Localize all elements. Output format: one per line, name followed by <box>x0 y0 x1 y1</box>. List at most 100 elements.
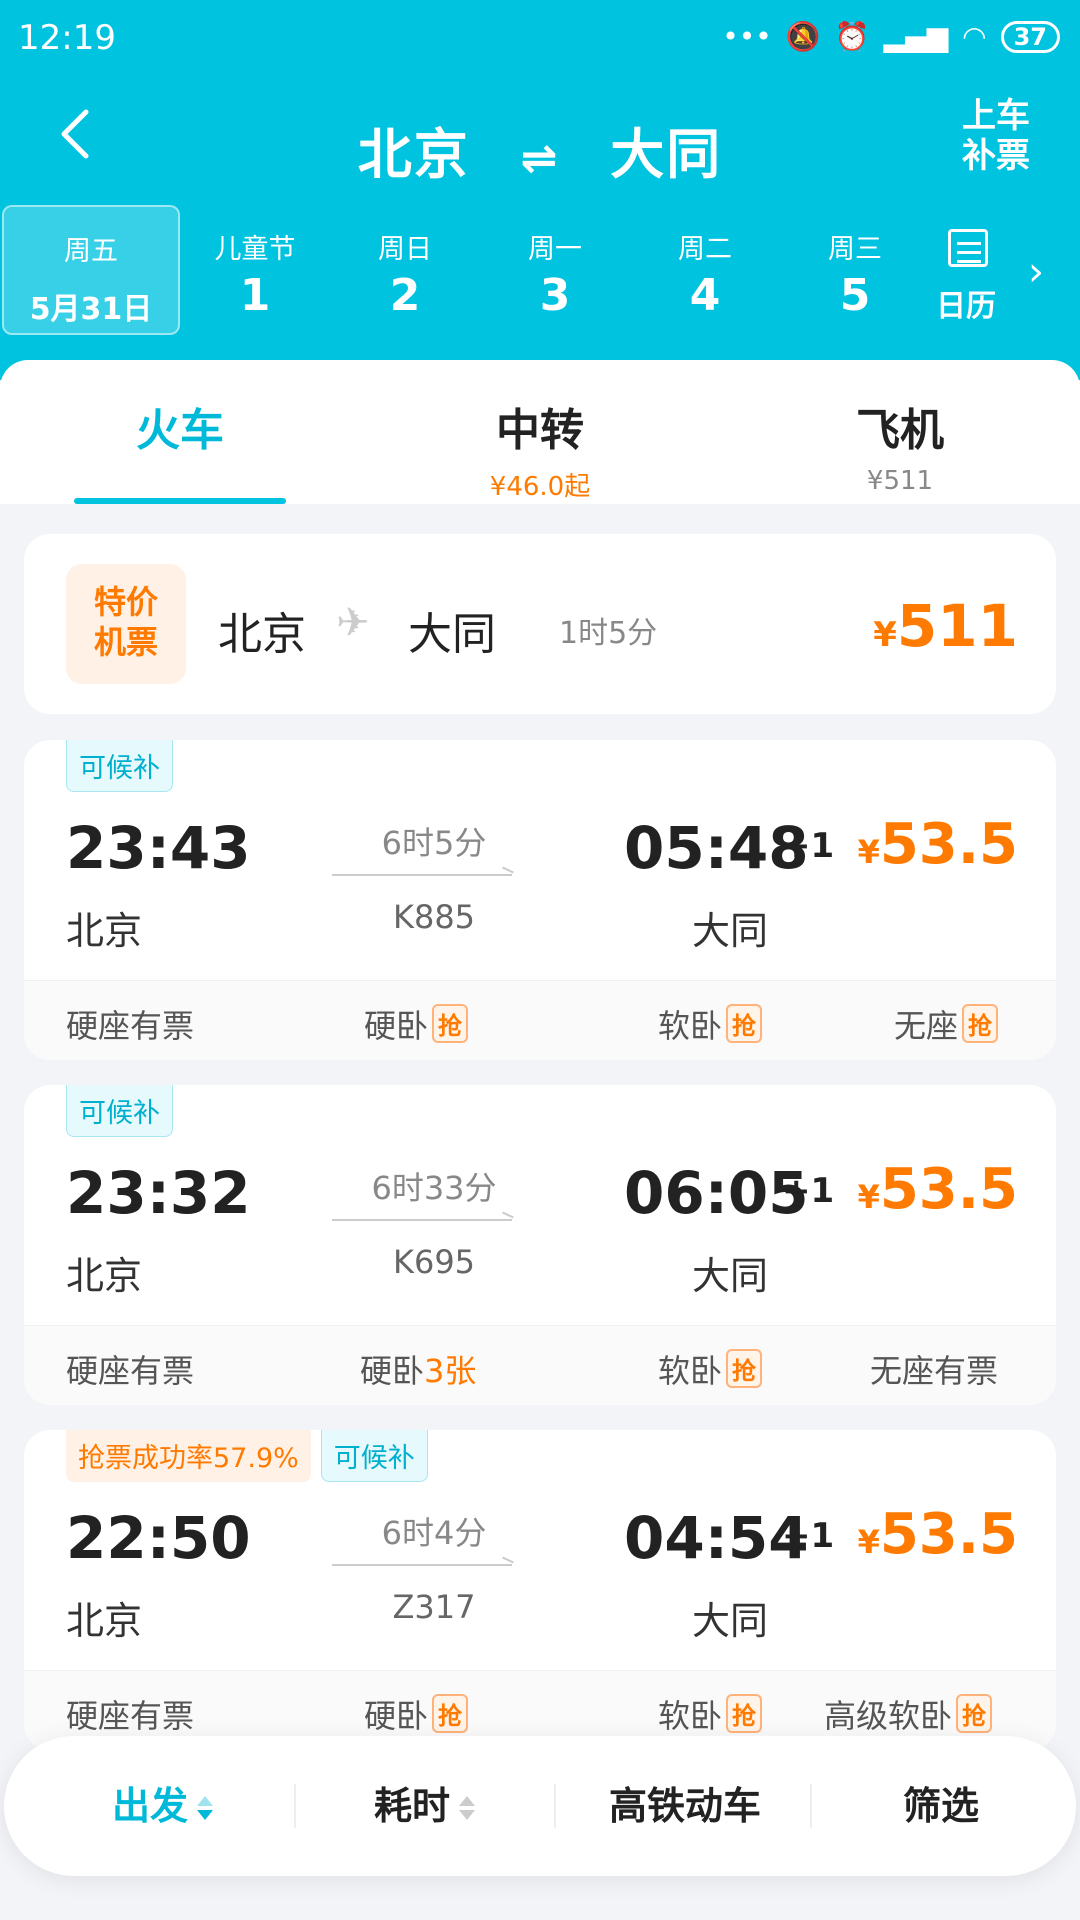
success-rate-tag: 抢票成功率57.9% <box>66 1430 311 1482</box>
arrival-time: 05:48 <box>624 814 809 882</box>
seat-item[interactable]: 软卧抢 <box>658 1001 763 1047</box>
date-item[interactable]: 儿童节 1 <box>180 205 330 335</box>
trip-duration: 6时33分 <box>371 1169 497 1207</box>
date-weekday: 周五 <box>64 236 118 267</box>
seat-item[interactable]: 硬卧抢 <box>364 1691 469 1737</box>
train-tags: 可候补 <box>66 740 173 792</box>
seat-item[interactable]: 软卧抢 <box>658 1346 763 1392</box>
seat-label: 高级软卧 <box>824 1697 953 1735</box>
battery-icon: 37 <box>1000 20 1060 53</box>
train-card[interactable]: 抢票成功率57.9% 可候补 22:50 北京 6时4分 Z317 04:54 … <box>24 1430 1056 1750</box>
day-offset: +1 <box>782 826 835 866</box>
tab-transfer[interactable]: 中转 ¥46.0起 <box>360 360 720 504</box>
sort-filter-bar: 出发 耗时 高铁动车 筛选 <box>4 1736 1076 1876</box>
date-day: 3 <box>539 270 571 321</box>
route-title[interactable]: 北京 ⇌ 大同 <box>0 110 1080 189</box>
grab-ticket-badge[interactable]: 抢 <box>956 1694 993 1733</box>
seat-item[interactable]: 硬座有票 <box>66 1001 194 1047</box>
train-card[interactable]: 可候补 23:32 北京 6时33分 K695 06:05 +1 大同 ¥53.… <box>24 1085 1056 1405</box>
grab-ticket-badge[interactable]: 抢 <box>726 1694 763 1733</box>
arrival-time: 06:05 <box>624 1159 809 1227</box>
ticket-price: ¥53.5 <box>858 812 1018 877</box>
train-card[interactable]: 可候补 23:43 北京 6时5分 K885 05:48 +1 大同 ¥53.5… <box>24 740 1056 1060</box>
seat-label: 硬座有票 <box>66 1697 195 1735</box>
seat-label: 硬卧 <box>360 1352 425 1390</box>
seat-item[interactable]: 硬卧抢 <box>364 1001 469 1047</box>
date-weekday: 周日 <box>378 234 432 265</box>
chevron-right-icon: › <box>1028 249 1044 295</box>
mute-icon: 🔕 <box>785 20 821 53</box>
day-offset: +1 <box>782 1516 835 1556</box>
seat-label: 硬卧 <box>364 1697 429 1735</box>
seat-item[interactable]: 硬卧3张 <box>360 1346 476 1392</box>
seat-item[interactable]: 无座有票 <box>870 1346 998 1392</box>
more-dots-icon: ••• <box>722 20 772 53</box>
to-city: 大同 <box>610 123 723 186</box>
arrival-station: 大同 <box>692 1254 769 1298</box>
grab-ticket-badge[interactable]: 抢 <box>726 1004 763 1043</box>
seat-item[interactable]: 高级软卧抢 <box>824 1691 993 1737</box>
seat-label: 硬卧 <box>364 1007 429 1045</box>
date-item[interactable]: 周一 3 <box>480 205 630 335</box>
calendar-button[interactable]: 日历 › <box>900 205 1080 335</box>
date-item[interactable]: 周日 2 <box>330 205 480 335</box>
high-speed-filter-button[interactable]: 高铁动车 <box>556 1736 814 1876</box>
badge-line1: 特价 <box>93 583 158 621</box>
signal-icon: ▂▄▆ <box>883 20 949 53</box>
flight-duration: 1时5分 <box>559 616 658 651</box>
waitlist-tag: 可候补 <box>320 1430 428 1482</box>
seat-item[interactable]: 无座抢 <box>894 1001 999 1047</box>
swap-icon[interactable]: ⇌ <box>521 133 560 184</box>
tab-flight[interactable]: 飞机 ¥511 <box>720 360 1080 504</box>
sort-label: 筛选 <box>902 1784 979 1828</box>
date-item[interactable]: 周二 4 <box>630 205 780 335</box>
onboard-ticket-button[interactable]: 上车 补票 <box>962 96 1030 176</box>
sort-by-departure-button[interactable]: 出发 <box>34 1736 292 1876</box>
ticket-price: ¥53.5 <box>858 1157 1018 1222</box>
arrival-station: 大同 <box>692 909 769 953</box>
date-item-selected[interactable]: 周五 5月31日 <box>2 205 180 335</box>
arrival-station: 大同 <box>692 1599 769 1643</box>
ticket-price: ¥53.5 <box>858 1502 1018 1567</box>
header-bar: 12:19 ••• 🔕 ⏰ ▂▄▆ ◠ 37 北京 ⇌ 大同 上车 补票 周五 … <box>0 0 1080 380</box>
date-day: 1 <box>239 270 271 321</box>
seat-item[interactable]: 硬座有票 <box>66 1346 194 1392</box>
filter-button[interactable]: 筛选 <box>812 1736 1070 1876</box>
grab-ticket-badge[interactable]: 抢 <box>726 1349 763 1388</box>
departure-station: 北京 <box>66 1254 143 1298</box>
price-value: 511 <box>896 592 1018 660</box>
tab-train[interactable]: 火车 <box>0 360 360 504</box>
date-selector: 周五 5月31日 儿童节 1 周日 2 周一 3 周二 4 周三 5 日历 › <box>0 205 1080 335</box>
departure-time: 22:50 <box>66 1504 251 1572</box>
date-day: 4 <box>689 270 721 321</box>
sort-by-duration-button[interactable]: 耗时 <box>296 1736 554 1876</box>
day-offset: +1 <box>782 1171 835 1211</box>
train-number: K885 <box>392 898 476 936</box>
seat-item[interactable]: 硬座有票 <box>66 1691 194 1737</box>
grab-ticket-badge[interactable]: 抢 <box>962 1004 999 1043</box>
departure-time: 23:43 <box>66 814 251 882</box>
arrow-right-icon <box>332 1219 512 1221</box>
flight-promo-card[interactable]: 特价 机票 北京 ✈ 大同 1时5分 ¥511 <box>24 534 1056 714</box>
tab-label: 火车 <box>136 405 224 456</box>
status-time: 12:19 <box>18 18 116 58</box>
seat-label: 无座 <box>894 1007 959 1045</box>
seat-availability: 硬座有票 硬卧3张 软卧抢 无座有票 <box>24 1325 1056 1405</box>
calendar-icon <box>948 229 988 267</box>
currency-symbol: ¥ <box>857 1178 880 1216</box>
tab-label: 飞机 <box>856 405 944 456</box>
grab-ticket-badge[interactable]: 抢 <box>432 1004 469 1043</box>
currency-symbol: ¥ <box>873 615 897 655</box>
seat-label: 软卧 <box>658 1697 723 1735</box>
seat-availability: 硬座有票 硬卧抢 软卧抢 无座抢 <box>24 980 1056 1060</box>
seat-item[interactable]: 软卧抢 <box>658 1691 763 1737</box>
currency-symbol: ¥ <box>857 833 880 871</box>
grab-ticket-badge[interactable]: 抢 <box>432 1694 469 1733</box>
waitlist-tag: 可候补 <box>66 740 173 792</box>
tab-label: 中转 <box>496 405 584 456</box>
train-number: K695 <box>392 1243 476 1281</box>
status-icons: ••• 🔕 ⏰ ▂▄▆ ◠ 37 <box>722 20 1060 53</box>
seat-count: 3张 <box>424 1352 477 1390</box>
sort-label: 出发 <box>111 1784 188 1828</box>
arrow-right-icon <box>332 1564 512 1566</box>
